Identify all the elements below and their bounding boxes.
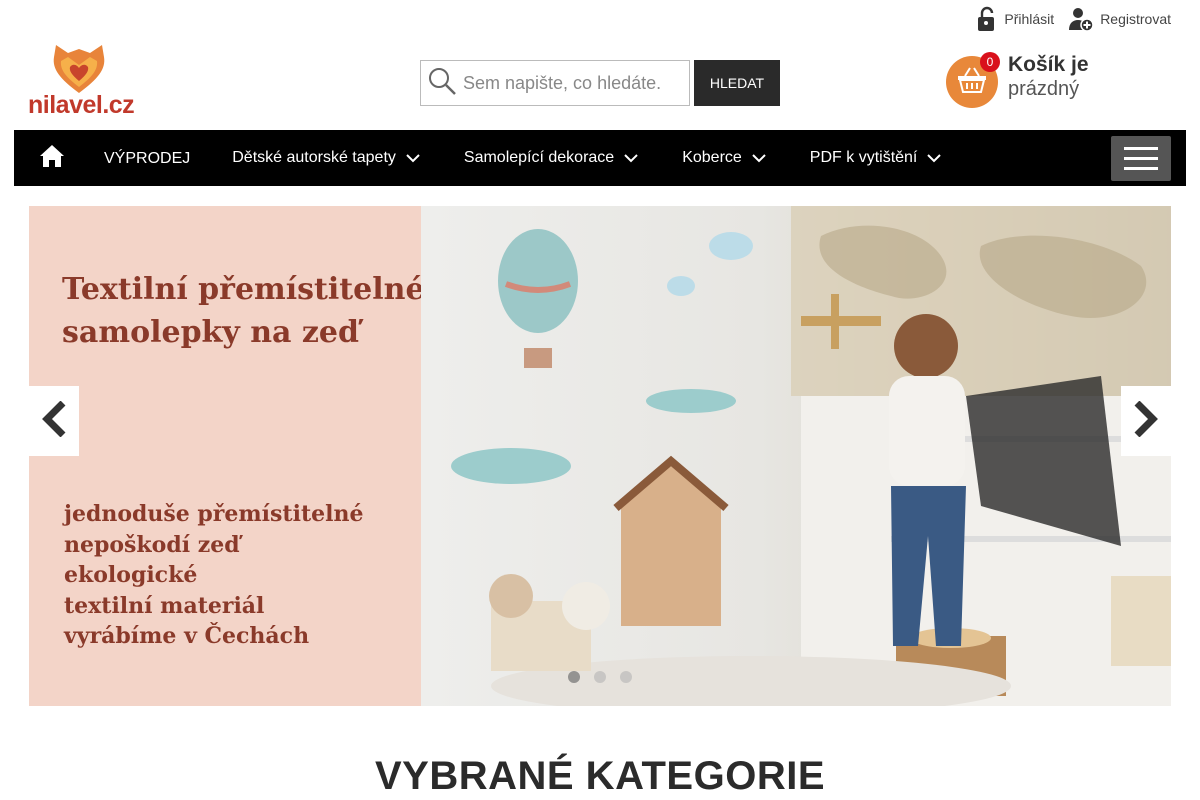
nav-item-label: Dětské autorské tapety [232,149,396,166]
slider-next-button[interactable] [1121,386,1171,456]
teddy-bear [489,574,533,618]
chevron-down-icon [406,150,420,168]
chevron-down-icon [752,150,766,168]
nav-item-pdf[interactable]: PDF k vytištění [810,130,942,186]
basket-icon [956,66,988,99]
cart-count-badge: 0 [980,52,1000,72]
hot-air-balloon [498,229,578,333]
storage-box [1111,576,1171,666]
nav-item-samolepici[interactable]: Samolepící dekorace [464,130,638,186]
cart-subtitle: prázdný [1008,78,1080,101]
nav-home-link[interactable] [14,130,90,186]
register-label: Registrovat [1100,11,1171,27]
child-head [894,314,958,378]
search-box [420,60,690,106]
slide-feature: vyrábíme v Čechách [64,623,310,649]
nav-item-label: Koberce [682,149,742,166]
plane-sticker [451,448,571,484]
register-link[interactable]: Registrovat [1068,6,1171,32]
cloud [709,232,753,260]
slide-title-line: Textilní přemístitelné [62,272,425,307]
cloud [667,276,695,296]
slider-dot[interactable] [594,671,606,683]
hamburger-line [1124,147,1158,150]
nav-item-label: PDF k vytištění [809,149,918,166]
chevron-down-icon [927,150,942,168]
hamburger-line [1124,157,1158,160]
balloon-basket [524,348,552,368]
plane-sticker [646,389,736,413]
cart-title: Košík je [1008,53,1089,76]
search-form: HLEDAT [420,60,780,106]
site-logo[interactable]: nilavel.cz [28,43,143,119]
home-icon [39,144,65,173]
main-nav: VÝPRODEJ Dětské autorské tapety Samolepí… [14,130,1186,186]
section-title: VYBRANÉ KATEGORIE [374,754,826,798]
logo-text: nilavel.cz [28,91,135,119]
add-user-icon [1068,6,1094,32]
slide-feature-list: jednoduše přemístitelné nepoškodí zeď ek… [64,499,363,652]
toy-plane-wing [831,294,839,349]
slide-feature: jednoduše přemístitelné [64,501,364,527]
slide-title-line: samolepky na zeď [62,315,359,350]
slider-dots [568,671,632,683]
toy-plane [801,316,881,326]
nav-item-koberce[interactable]: Koberce [682,130,766,186]
slide-photo [421,206,1171,706]
search-button[interactable]: HLEDAT [694,60,780,106]
nav-item-label: VÝPRODEJ [104,150,191,167]
plush-toy [562,582,610,630]
login-link[interactable]: Přihlásit [976,6,1054,32]
chevron-left-icon [41,400,67,442]
nav-item-tapety[interactable]: Dětské autorské tapety [232,130,420,186]
nav-item-vyprodej[interactable]: VÝPRODEJ [104,130,190,186]
slider-prev-button[interactable] [29,386,79,456]
search-input[interactable] [463,72,683,94]
nav-item-label: Samolepící dekorace [463,149,615,166]
chevron-down-icon [624,150,638,168]
slide-feature: textilní materiál [64,592,265,619]
child-sweater [889,376,965,486]
cart-icon-wrapper[interactable]: 0 [946,52,1000,108]
slide-photo-illustration [451,206,1171,706]
slide-feature: ekologické [64,562,198,588]
slide-title: Textilní přemístitelné samolepky na zeď [62,268,425,354]
search-icon [427,66,457,101]
login-label: Přihlásit [1004,11,1055,27]
lock-icon [976,6,998,32]
slide-feature: nepoškodí zeď [64,531,240,558]
slider-dot[interactable] [568,671,580,683]
account-links: Přihlásit Registrovat [976,6,1171,32]
hero-slider: Textilní přemístitelné samolepky na zeď … [29,206,1171,706]
cart-text: Košík je prázdný [1008,52,1089,101]
hamburger-line [1124,167,1158,170]
slide-text-panel: Textilní přemístitelné samolepky na zeď … [29,206,425,706]
hamburger-menu-button[interactable] [1111,136,1171,181]
slider-dot[interactable] [620,671,632,683]
chevron-right-icon [1133,400,1159,442]
cart-widget[interactable]: 0 Košík je prázdný [946,52,1089,108]
